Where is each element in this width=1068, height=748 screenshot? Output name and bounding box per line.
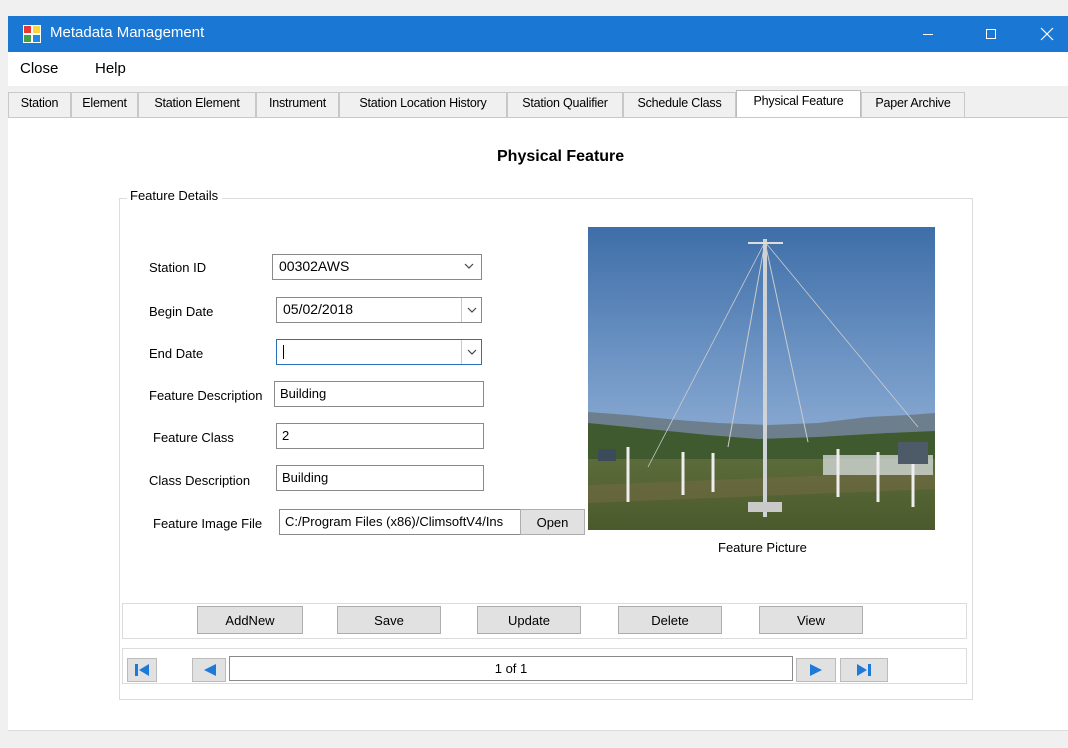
page-title: Physical Feature <box>497 148 625 165</box>
tab-station[interactable]: Station <box>8 92 71 117</box>
maximize-button[interactable] <box>968 16 1014 52</box>
menu-help[interactable]: Help <box>95 60 126 77</box>
end-date-label: End Date <box>149 346 204 361</box>
next-record-button[interactable] <box>796 658 836 682</box>
tab-instrument[interactable]: Instrument <box>256 92 339 117</box>
next-record-icon <box>810 664 822 676</box>
open-button[interactable]: Open <box>520 509 585 535</box>
feature-description-label: Feature Description <box>149 388 263 403</box>
chevron-down-icon <box>464 263 474 269</box>
end-date-dropdown-button[interactable] <box>461 340 481 364</box>
close-icon <box>1040 27 1054 41</box>
app-icon <box>23 25 41 43</box>
view-button[interactable]: View <box>759 606 863 634</box>
first-record-button[interactable] <box>127 658 157 682</box>
class-description-field[interactable]: Building <box>276 465 484 491</box>
first-record-icon <box>135 664 149 676</box>
tab-physical-feature[interactable]: Physical Feature <box>736 90 861 118</box>
delete-button[interactable]: Delete <box>618 606 722 634</box>
end-date-picker[interactable] <box>276 339 482 365</box>
tab-paper-archive[interactable]: Paper Archive <box>861 92 965 117</box>
add-new-button[interactable]: AddNew <box>197 606 303 634</box>
update-button[interactable]: Update <box>477 606 581 634</box>
feature-class-label: Feature Class <box>153 430 234 445</box>
feature-picture <box>588 227 935 530</box>
close-button[interactable] <box>1024 16 1068 52</box>
class-description-label: Class Description <box>149 473 251 488</box>
save-button[interactable]: Save <box>337 606 441 634</box>
menu-close[interactable]: Close <box>20 60 58 77</box>
menu-bar: Close Help <box>8 52 1068 86</box>
previous-record-button[interactable] <box>192 658 226 682</box>
last-record-icon <box>857 664 871 676</box>
title-bar: Metadata Management <box>8 16 1068 52</box>
text-caret <box>283 345 284 359</box>
last-record-button[interactable] <box>840 658 888 682</box>
tab-schedule-class[interactable]: Schedule Class <box>623 92 736 117</box>
minimize-button[interactable] <box>905 16 951 52</box>
maximize-icon <box>986 29 996 39</box>
previous-record-icon <box>204 664 216 676</box>
feature-image-file-field[interactable]: C:/Program Files (x86)/ClimsoftV4/Ins <box>279 509 523 535</box>
chevron-down-icon <box>467 307 477 313</box>
station-id-combobox[interactable]: 00302AWS <box>272 254 482 280</box>
record-position: 1 of 1 <box>229 656 793 681</box>
station-id-label: Station ID <box>149 260 207 275</box>
tab-element[interactable]: Element <box>71 92 138 117</box>
feature-details-label: Feature Details <box>127 188 223 203</box>
begin-date-value: 05/02/2018 <box>283 301 354 317</box>
feature-image-file-label: Feature Image File <box>153 516 263 531</box>
tab-strip: Station Element Station Element Instrume… <box>8 90 1068 118</box>
tab-station-element[interactable]: Station Element <box>138 92 256 117</box>
begin-date-dropdown-button[interactable] <box>461 298 481 322</box>
tab-station-qualifier[interactable]: Station Qualifier <box>507 92 623 117</box>
station-id-value: 00302AWS <box>279 258 350 274</box>
window-title: Metadata Management <box>50 24 205 41</box>
feature-description-field[interactable]: Building <box>274 381 484 407</box>
status-bar <box>8 730 1068 748</box>
chevron-down-icon <box>467 349 477 355</box>
feature-picture-caption: Feature Picture <box>718 540 807 555</box>
begin-date-label: Begin Date <box>149 304 214 319</box>
tab-station-location-history[interactable]: Station Location History <box>339 92 507 117</box>
minimize-icon <box>923 34 933 35</box>
begin-date-picker[interactable]: 05/02/2018 <box>276 297 482 323</box>
feature-class-field[interactable]: 2 <box>276 423 484 449</box>
